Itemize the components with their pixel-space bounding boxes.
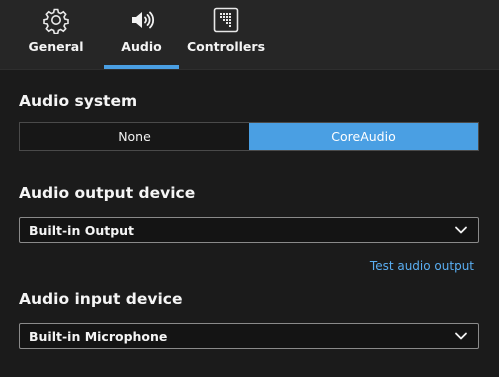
chevron-down-icon: [455, 332, 467, 340]
tab-audio[interactable]: Audio: [104, 0, 179, 69]
tab-controllers[interactable]: Controllers: [186, 0, 266, 69]
audio-system-option-none[interactable]: None: [20, 123, 249, 150]
audio-system-selector: None CoreAudio: [19, 122, 479, 151]
audio-system-title: Audio system: [19, 92, 138, 110]
chevron-down-icon: [455, 226, 467, 234]
output-device-value: Built-in Output: [29, 222, 135, 238]
tab-general-label: General: [28, 39, 84, 54]
gear-icon: [43, 8, 69, 34]
tab-bar: General Audio Controllers: [0, 0, 499, 70]
audio-system-option-coreaudio[interactable]: CoreAudio: [249, 123, 478, 150]
input-device-select[interactable]: Built-in Microphone: [19, 323, 479, 349]
output-device-select[interactable]: Built-in Output: [19, 217, 479, 243]
output-device-title: Audio output device: [19, 184, 196, 202]
input-device-title: Audio input device: [19, 290, 183, 308]
speaker-icon: [131, 11, 154, 29]
test-audio-output-link[interactable]: Test audio output: [370, 259, 474, 273]
tab-controllers-label: Controllers: [186, 39, 266, 54]
controller-grid-icon: [213, 7, 239, 33]
tab-general[interactable]: General: [24, 0, 88, 69]
active-tab-indicator: [104, 65, 179, 69]
input-device-value: Built-in Microphone: [29, 328, 168, 344]
tab-audio-label: Audio: [121, 39, 162, 54]
